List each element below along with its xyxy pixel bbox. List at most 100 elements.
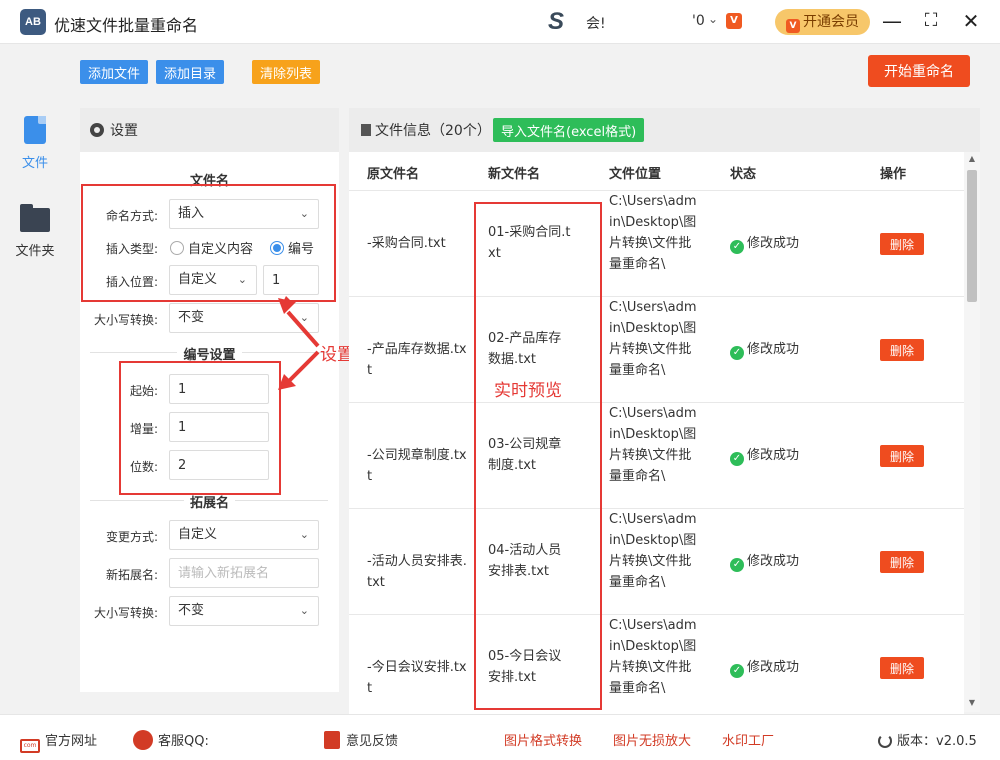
maximize-icon[interactable]: ⛶ bbox=[918, 8, 944, 34]
original-filename: -公司规章制度.txt bbox=[367, 448, 467, 484]
import-excel-button[interactable]: 导入文件名(excel格式) bbox=[493, 118, 645, 142]
file-location: C:\Users\admin\Desktop\图片转换\文件批量重命名\ bbox=[609, 618, 697, 696]
status-badge: ✓ 修改成功 bbox=[730, 445, 850, 466]
table-row[interactable]: -活动人员安排表.txt 04-活动人员安排表.txt C:\Users\admin… bbox=[349, 508, 964, 614]
scroll-down-icon[interactable]: ▼ bbox=[967, 698, 977, 707]
digits-label: 位数: bbox=[129, 460, 158, 474]
customer-qq-link[interactable]: 客服QQ: bbox=[133, 730, 281, 750]
feedback-link[interactable]: 意见反馈 bbox=[324, 730, 398, 749]
chevron-down-icon: ⌄ bbox=[299, 207, 309, 220]
check-circle-icon: ✓ bbox=[730, 240, 744, 254]
add-file-button[interactable]: 添加文件 bbox=[80, 60, 149, 84]
app-title: 优速文件批量重命名 bbox=[54, 16, 199, 35]
new-filename: 01-采购合同.txt bbox=[488, 225, 571, 261]
user-name[interactable]: 会! bbox=[586, 13, 606, 33]
add-directory-button[interactable]: 添加目录 bbox=[156, 60, 225, 84]
insert-position-select[interactable]: 自定义 ⌄ bbox=[169, 265, 257, 295]
start-input[interactable] bbox=[169, 374, 269, 404]
file-info-header: 文件信息（20个） 导入文件名(excel格式) bbox=[349, 108, 980, 152]
refresh-icon bbox=[878, 734, 892, 748]
new-filename: 03-公司规章制度.txt bbox=[488, 437, 562, 473]
check-circle-icon: ✓ bbox=[730, 452, 744, 466]
watermark-factory-link[interactable]: 水印工厂 bbox=[722, 730, 774, 749]
delete-row-button[interactable]: 删除 bbox=[880, 551, 924, 573]
document-icon bbox=[361, 124, 371, 136]
scrollbar-thumb[interactable] bbox=[967, 170, 977, 302]
gear-icon bbox=[90, 123, 104, 137]
chevron-down-icon: ⌄ bbox=[299, 528, 309, 541]
official-website-link[interactable]: com 官方网址 bbox=[20, 730, 97, 753]
file-icon bbox=[24, 116, 46, 144]
delete-row-button[interactable]: 删除 bbox=[880, 445, 924, 467]
radio-custom-content[interactable]: 自定义内容 bbox=[170, 238, 253, 257]
vip-badge-icon: V bbox=[786, 19, 800, 33]
step-label: 增量: bbox=[129, 422, 158, 436]
vip-icon[interactable]: V bbox=[726, 13, 742, 29]
original-filename: -今日会议安排.txt bbox=[367, 660, 467, 696]
new-filename: 02-产品库存数据.txt bbox=[488, 331, 562, 367]
customer-service-icon bbox=[133, 730, 153, 750]
version-info[interactable]: 版本：v2.0.5 bbox=[878, 730, 977, 749]
app-logo-icon: AB bbox=[20, 9, 46, 35]
new-ext-label: 新拓展名: bbox=[105, 568, 158, 582]
start-label: 起始: bbox=[129, 384, 158, 398]
case-convert-label: 大小写转换: bbox=[93, 313, 158, 327]
start-rename-button[interactable]: 开始重命名 bbox=[868, 55, 970, 87]
file-location: C:\Users\admin\Desktop\图片转换\文件批量重命名\ bbox=[609, 194, 697, 272]
close-icon[interactable]: ✕ bbox=[958, 8, 984, 34]
ext-mode-select[interactable]: 自定义 ⌄ bbox=[169, 520, 319, 550]
column-header-action: 操作 bbox=[880, 167, 907, 182]
image-lossless-enlarge-link[interactable]: 图片无损放大 bbox=[613, 730, 691, 749]
scroll-up-icon[interactable]: ▲ bbox=[967, 154, 977, 163]
chevron-down-icon: ⌄ bbox=[237, 273, 247, 286]
settings-header: 设置 bbox=[80, 108, 339, 152]
delete-row-button[interactable]: 删除 bbox=[880, 339, 924, 361]
check-circle-icon: ✓ bbox=[730, 664, 744, 678]
redacted-qq-number bbox=[208, 734, 281, 746]
message-count[interactable]: '0 bbox=[692, 13, 705, 29]
nav-item-folder[interactable]: 文件夹 bbox=[0, 204, 70, 259]
delete-row-button[interactable]: 删除 bbox=[880, 657, 924, 679]
step-input[interactable] bbox=[169, 412, 269, 442]
radio-off-icon bbox=[170, 241, 184, 255]
column-header-new: 新文件名 bbox=[488, 167, 541, 182]
status-badge: ✓ 修改成功 bbox=[730, 657, 850, 678]
check-circle-icon: ✓ bbox=[730, 558, 744, 572]
website-icon: com bbox=[20, 739, 40, 753]
new-filename: 04-活动人员安排表.txt bbox=[488, 543, 562, 579]
original-filename: -采购合同.txt bbox=[367, 236, 446, 251]
nav-item-file[interactable]: 文件 bbox=[0, 116, 70, 171]
file-location: C:\Users\admin\Desktop\图片转换\文件批量重命名\ bbox=[609, 512, 697, 590]
chevron-down-icon[interactable]: ⌄ bbox=[708, 12, 718, 26]
radio-numbering[interactable]: 编号 bbox=[270, 238, 314, 257]
ext-mode-label: 变更方式: bbox=[105, 530, 158, 544]
delete-row-button[interactable]: 删除 bbox=[880, 233, 924, 255]
table-row[interactable]: -采购合同.txt 01-采购合同.txt C:\Users\admin\Deskt… bbox=[349, 190, 964, 296]
feedback-icon bbox=[324, 731, 340, 749]
extension-section-title: 拓展名 bbox=[80, 492, 339, 511]
naming-mode-select[interactable]: 插入 ⌄ bbox=[169, 199, 319, 229]
status-badge: ✓ 修改成功 bbox=[730, 551, 850, 572]
file-info-panel: 文件信息（20个） 导入文件名(excel格式) 原文件名 新文件名 文件位置 … bbox=[349, 108, 980, 720]
original-filename: -产品库存数据.txt bbox=[367, 342, 467, 378]
file-location: C:\Users\admin\Desktop\图片转换\文件批量重命名\ bbox=[609, 300, 697, 378]
table-row[interactable]: -公司规章制度.txt 03-公司规章制度.txt C:\Users\admin\D… bbox=[349, 402, 964, 508]
new-filename: 05-今日会议安排.txt bbox=[488, 649, 562, 685]
new-ext-input[interactable] bbox=[169, 558, 319, 588]
open-vip-button[interactable]: V 开通会员 bbox=[775, 9, 870, 35]
ext-case-select[interactable]: 不变 ⌄ bbox=[169, 596, 319, 626]
radio-on-icon bbox=[270, 241, 284, 255]
table-row[interactable]: -今日会议安排.txt 05-今日会议安排.txt C:\Users\admin\D… bbox=[349, 614, 964, 720]
settings-panel: 设置 文件名 命名方式: 插入 ⌄ 插入类型: 自定义内容 编号 插入位置: 自定… bbox=[80, 108, 339, 692]
minimize-icon[interactable]: — bbox=[879, 8, 905, 34]
digits-input[interactable] bbox=[169, 450, 269, 480]
table-row[interactable]: -产品库存数据.txt 02-产品库存数据.txt C:\Users\admin\D… bbox=[349, 296, 964, 402]
filename-section-title: 文件名 bbox=[189, 174, 229, 189]
status-badge: ✓ 修改成功 bbox=[730, 339, 850, 360]
folder-icon bbox=[20, 204, 50, 232]
image-format-convert-link[interactable]: 图片格式转换 bbox=[504, 730, 582, 749]
vertical-scrollbar[interactable]: ▲ ▼ bbox=[964, 152, 980, 712]
user-logo-icon: S bbox=[548, 8, 565, 35]
clear-list-button[interactable]: 清除列表 bbox=[252, 60, 321, 84]
column-header-status: 状态 bbox=[730, 167, 757, 182]
